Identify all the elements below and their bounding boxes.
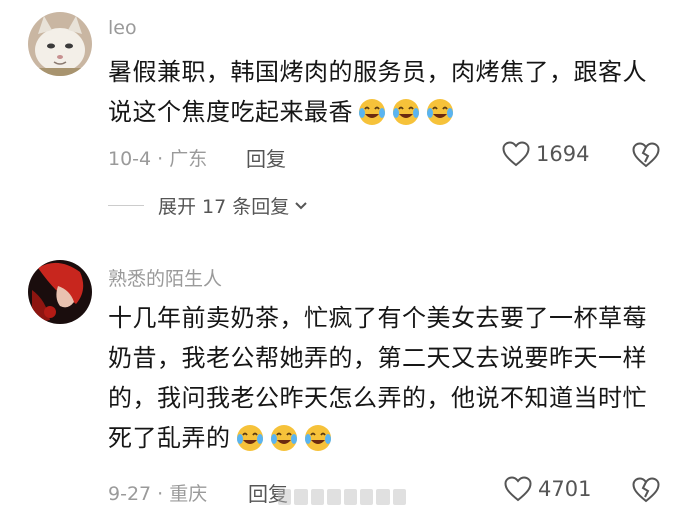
comment-item: 熟悉的陌生人 十几年前卖奶茶，忙疯了有个美女去要了一杯草莓奶昔，我老公帮她弄的，… bbox=[0, 230, 690, 520]
username[interactable]: leo bbox=[108, 17, 137, 39]
comment-date-location: 9-27 · 重庆 bbox=[108, 483, 208, 505]
username[interactable]: 熟悉的陌生人 bbox=[108, 264, 222, 291]
like-count: 1694 bbox=[536, 142, 590, 166]
portrait-avatar-image bbox=[28, 260, 92, 324]
broken-heart-icon bbox=[632, 477, 660, 503]
comment-date-location: 10-4 · 广东 bbox=[108, 148, 208, 170]
crying-laughing-emoji bbox=[270, 425, 297, 451]
dislike-button[interactable] bbox=[632, 477, 660, 507]
chevron-down-icon bbox=[295, 201, 307, 209]
divider bbox=[108, 205, 144, 206]
heart-outline-icon bbox=[504, 476, 532, 502]
crying-laughing-emoji bbox=[359, 99, 385, 125]
broken-heart-icon bbox=[632, 142, 660, 168]
like-button[interactable]: 4701 bbox=[504, 476, 591, 502]
expand-replies-button[interactable]: 展开 17 条回复 bbox=[108, 192, 309, 219]
avatar[interactable] bbox=[28, 260, 92, 324]
like-count: 4701 bbox=[538, 477, 592, 501]
crying-laughing-emoji bbox=[236, 425, 263, 451]
like-button[interactable]: 1694 bbox=[502, 141, 589, 167]
comment-text: 十几年前卖奶茶，忙疯了有个美女去要了一杯草莓奶昔，我老公帮她弄的，第二天又去说要… bbox=[108, 298, 668, 458]
crying-laughing-emoji bbox=[393, 99, 419, 125]
heart-outline-icon bbox=[502, 141, 530, 167]
cat-avatar-image bbox=[28, 12, 92, 76]
dislike-button[interactable] bbox=[632, 142, 660, 172]
expand-replies-label: 展开 17 条回复 bbox=[158, 196, 290, 218]
reply-button[interactable]: 回复 bbox=[246, 143, 286, 172]
crying-laughing-emoji bbox=[304, 425, 331, 451]
avatar[interactable] bbox=[28, 12, 92, 76]
comment-text: 暑假兼职，韩国烤肉的服务员，肉烤焦了，跟客人说这个焦度吃起来最香 bbox=[108, 52, 668, 132]
emoji-group bbox=[235, 423, 333, 453]
comment-item: leo 暑假兼职，韩国烤肉的服务员，肉烤焦了，跟客人说这个焦度吃起来最香 10-… bbox=[0, 0, 690, 230]
watermark bbox=[278, 486, 406, 508]
emoji-group bbox=[357, 97, 455, 127]
comment-body: 十几年前卖奶茶，忙疯了有个美女去要了一杯草莓奶昔，我老公帮她弄的，第二天又去说要… bbox=[108, 304, 647, 452]
crying-laughing-emoji bbox=[427, 99, 453, 125]
